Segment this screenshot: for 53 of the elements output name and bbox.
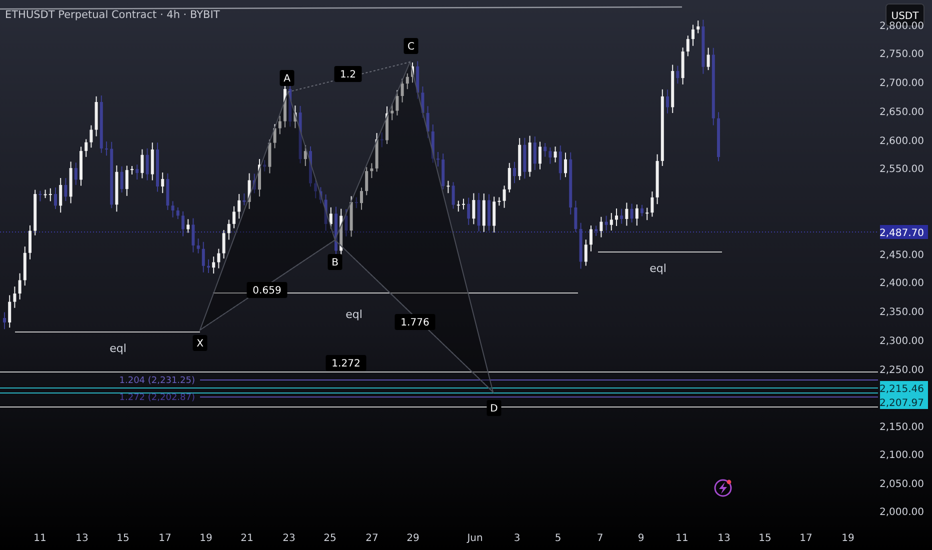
price-label: 2,400.00 [879, 278, 924, 289]
price-tag: 2,207.97 [879, 395, 928, 409]
date-label: 27 [366, 533, 378, 544]
price-tag: 2,487.70 [879, 225, 928, 239]
date-label: 29 [406, 533, 420, 544]
price-label: 2,450.00 [879, 250, 924, 261]
date-label: 13 [718, 533, 730, 544]
level-label: eql [110, 342, 126, 355]
date-label: 3 [514, 533, 520, 544]
price-tag: 2,215.46 [879, 381, 928, 395]
price-label: 2,100.00 [879, 450, 924, 461]
date-label: 11 [34, 533, 46, 544]
date-label: 17 [800, 533, 812, 544]
fib-label: 1.272 (2,202.87) [119, 393, 195, 403]
price-label: 2,250.00 [879, 365, 924, 376]
fib-label: 1.204 (2,231.25) [119, 376, 195, 386]
price-label: 2,000.00 [879, 507, 924, 518]
pattern-point-label: D [486, 400, 502, 416]
date-label: 19 [200, 533, 212, 544]
date-label: 11 [676, 533, 688, 544]
ratio-label: 0.659 [246, 282, 288, 298]
date-label: 5 [554, 533, 562, 544]
level-label: eql [650, 262, 666, 275]
level-label: eql [346, 308, 362, 321]
price-label: 2,550.00 [879, 164, 924, 175]
pattern-point-label: B [328, 254, 342, 270]
price-label: 2,650.00 [879, 107, 924, 118]
ratio-label: 1.776 [394, 314, 436, 330]
date-label: 7 [596, 533, 604, 544]
price-label: 2,300.00 [879, 336, 924, 347]
price-label: 2,750.00 [879, 49, 924, 60]
ratio-label: 1.272 [326, 355, 366, 371]
date-label: 13 [76, 533, 88, 544]
date-label: 15 [758, 533, 772, 544]
date-label: 17 [158, 533, 172, 544]
price-label: 2,150.00 [879, 422, 924, 433]
date-label: 15 [116, 533, 130, 544]
pattern-point-label: A [280, 70, 294, 86]
price-label: 2,600.00 [879, 136, 924, 147]
lightning-icon[interactable] [714, 479, 732, 497]
date-label: 9 [638, 533, 644, 544]
date-label: 25 [324, 533, 336, 544]
date-label: Jun [467, 533, 483, 544]
pattern-point-label: C [404, 38, 418, 54]
date-label: 23 [282, 533, 296, 544]
date-label: 19 [842, 533, 854, 544]
price-label: 2,350.00 [879, 307, 924, 318]
price-label: 2,700.00 [879, 78, 924, 89]
ratio-label: 1.2 [334, 66, 362, 82]
date-label: 21 [240, 533, 254, 544]
chart-title: ETHUSDT Perpetual Contract · 4h · BYBIT [5, 9, 220, 21]
price-label: 2,050.00 [879, 479, 924, 490]
pattern-point-label: X [192, 335, 208, 351]
